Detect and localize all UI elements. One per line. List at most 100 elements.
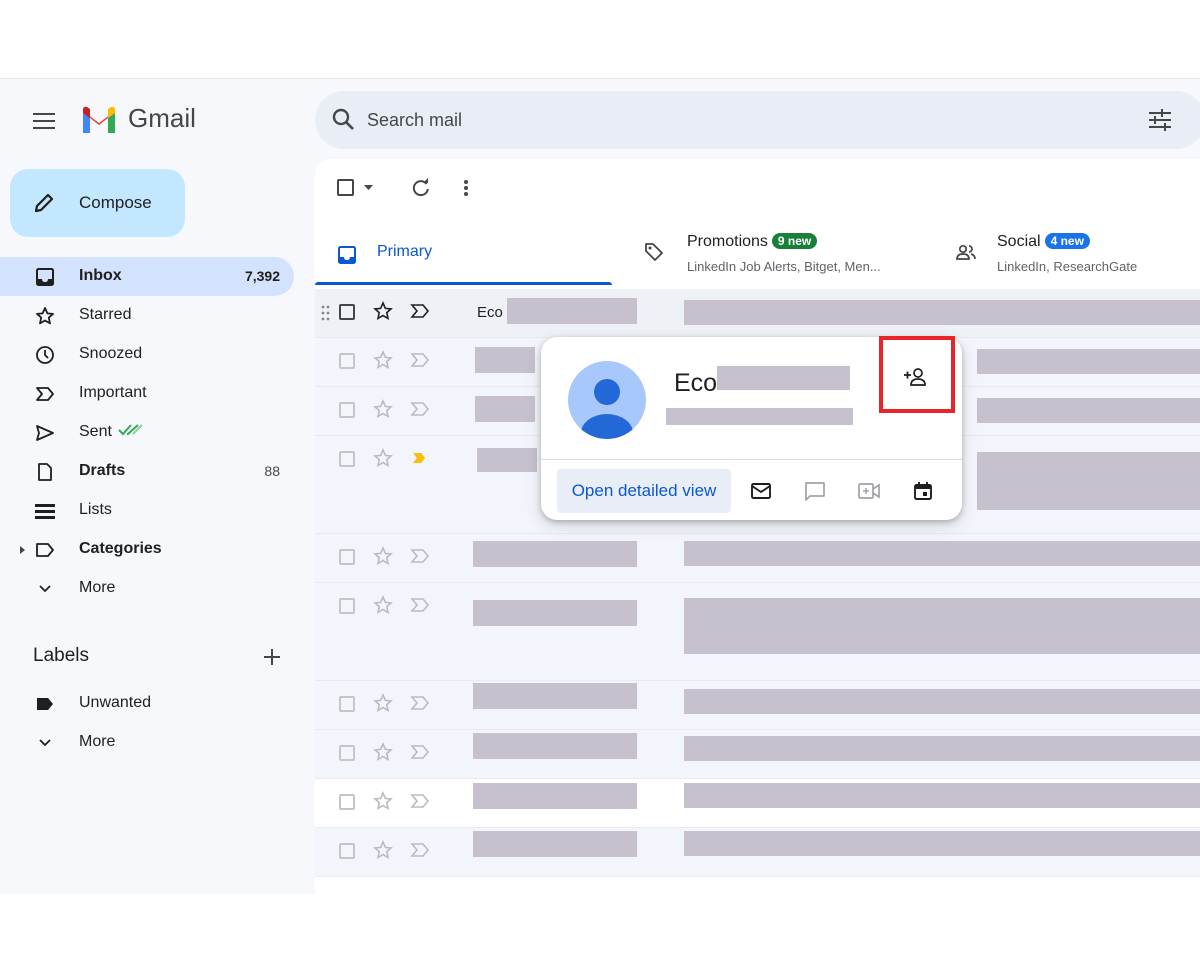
table-row[interactable] xyxy=(315,828,1200,877)
mail-toolbar xyxy=(335,177,535,201)
important-icon[interactable] xyxy=(410,695,430,711)
important-icon[interactable] xyxy=(410,352,430,368)
main-menu-button[interactable] xyxy=(30,107,58,135)
tag-icon xyxy=(645,243,663,261)
table-row[interactable]: Eco xyxy=(315,289,1200,338)
row-checkbox[interactable] xyxy=(339,451,355,467)
star-icon[interactable] xyxy=(373,546,393,566)
important-icon[interactable] xyxy=(410,548,430,564)
sidebar-item-label: Sent xyxy=(79,423,144,441)
important-icon[interactable] xyxy=(410,401,430,417)
tab-social[interactable]: Social 4 new LinkedIn, ResearchGate xyxy=(951,229,1200,285)
important-icon[interactable] xyxy=(410,744,430,760)
inbox-icon xyxy=(338,246,356,264)
star-icon[interactable] xyxy=(373,742,393,762)
select-all-checkbox[interactable] xyxy=(337,179,354,196)
open-detailed-view-button[interactable]: Open detailed view xyxy=(557,469,731,513)
sidebar-nav: Inbox 7,392 Starred Snoozed Important Se… xyxy=(0,257,300,608)
more-vert-icon[interactable] xyxy=(463,179,469,197)
sidebar-item-categories[interactable]: Categories xyxy=(0,530,294,569)
inbox-icon xyxy=(34,266,56,288)
sent-label-text: Sent xyxy=(79,423,112,440)
star-icon[interactable] xyxy=(373,840,393,860)
row-checkbox[interactable] xyxy=(339,598,355,614)
schedule-event-button[interactable] xyxy=(911,479,935,503)
search-options-icon[interactable] xyxy=(1147,107,1173,133)
star-icon[interactable] xyxy=(373,448,393,468)
star-icon[interactable] xyxy=(373,791,393,811)
important-icon[interactable] xyxy=(410,842,430,858)
sidebar-item-unwanted[interactable]: Unwanted xyxy=(0,684,294,723)
sidebar-item-important[interactable]: Important xyxy=(0,374,294,413)
table-row[interactable] xyxy=(315,534,1200,583)
table-row[interactable] xyxy=(315,730,1200,779)
star-icon[interactable] xyxy=(373,301,393,321)
send-email-button[interactable] xyxy=(749,479,773,503)
star-icon[interactable] xyxy=(373,693,393,713)
tab-primary[interactable]: Primary xyxy=(315,229,612,285)
category-tabs: Primary Promotions 9 new LinkedIn Job Ale… xyxy=(315,229,1200,287)
sidebar-item-lists[interactable]: Lists xyxy=(0,491,294,530)
chat-button[interactable] xyxy=(803,479,827,503)
sidebar-item-sent[interactable]: Sent xyxy=(0,413,294,452)
tab-label: Promotions 9 new xyxy=(687,233,818,251)
redacted-subject xyxy=(684,689,1200,714)
chevron-down-icon xyxy=(34,578,56,600)
draft-icon xyxy=(34,461,56,483)
sidebar-item-drafts[interactable]: Drafts 88 xyxy=(0,452,294,491)
video-call-button[interactable] xyxy=(857,479,881,503)
sidebar-item-label: Categories xyxy=(79,540,162,557)
row-checkbox[interactable] xyxy=(339,549,355,565)
new-count-badge: 9 new xyxy=(771,233,818,249)
important-icon[interactable] xyxy=(410,303,430,319)
star-icon[interactable] xyxy=(373,595,393,615)
app-name: Gmail xyxy=(128,103,196,133)
tab-senders-preview: LinkedIn, ResearchGate xyxy=(997,259,1138,274)
tab-promotions[interactable]: Promotions 9 new LinkedIn Job Alerts, Bit… xyxy=(640,229,940,285)
redacted-subject xyxy=(684,736,1200,761)
redacted-sender xyxy=(507,298,637,324)
compose-button[interactable]: Compose xyxy=(10,169,185,237)
row-checkbox[interactable] xyxy=(339,402,355,418)
sidebar-item-inbox[interactable]: Inbox 7,392 xyxy=(0,257,294,296)
caret-right-icon[interactable] xyxy=(20,546,25,554)
search-bar[interactable] xyxy=(315,91,1200,149)
important-icon[interactable] xyxy=(410,793,430,809)
promotions-label: Promotions xyxy=(687,233,768,250)
important-icon xyxy=(34,383,56,405)
row-checkbox[interactable] xyxy=(339,843,355,859)
refresh-icon[interactable] xyxy=(411,178,431,198)
table-row[interactable] xyxy=(315,681,1200,730)
double-check-icon xyxy=(118,424,143,436)
contact-name: Eco xyxy=(674,369,718,397)
search-input[interactable] xyxy=(367,105,1067,135)
sidebar-item-snoozed[interactable]: Snoozed xyxy=(0,335,294,374)
search-icon[interactable] xyxy=(331,107,357,133)
drag-handle-icon[interactable] xyxy=(321,305,331,321)
plus-icon[interactable] xyxy=(260,645,284,669)
star-icon[interactable] xyxy=(373,350,393,370)
star-icon[interactable] xyxy=(373,399,393,419)
row-checkbox[interactable] xyxy=(339,745,355,761)
table-row[interactable] xyxy=(315,583,1200,681)
important-icon[interactable] xyxy=(410,597,430,613)
inbox-count: 7,392 xyxy=(244,268,280,284)
sidebar-item-labels-more[interactable]: More xyxy=(0,723,294,762)
redacted-subject xyxy=(684,598,1200,654)
gmail-logo[interactable]: Gmail xyxy=(80,103,196,134)
sidebar-item-starred[interactable]: Starred xyxy=(0,296,294,335)
pencil-icon xyxy=(34,193,54,213)
important-marker-icon[interactable] xyxy=(410,450,430,466)
sidebar-item-more[interactable]: More xyxy=(0,569,294,608)
row-checkbox[interactable] xyxy=(339,353,355,369)
redacted-sender xyxy=(477,448,537,472)
people-icon xyxy=(956,244,976,260)
row-checkbox[interactable] xyxy=(339,794,355,810)
add-to-contacts-button[interactable] xyxy=(901,362,931,392)
tab-senders-preview: LinkedIn Job Alerts, Bitget, Men... xyxy=(687,259,881,274)
redacted-sender xyxy=(475,396,535,422)
table-row[interactable] xyxy=(315,779,1200,828)
select-dropdown-icon[interactable] xyxy=(364,185,373,191)
row-checkbox[interactable] xyxy=(339,696,355,712)
row-checkbox[interactable] xyxy=(339,304,355,320)
